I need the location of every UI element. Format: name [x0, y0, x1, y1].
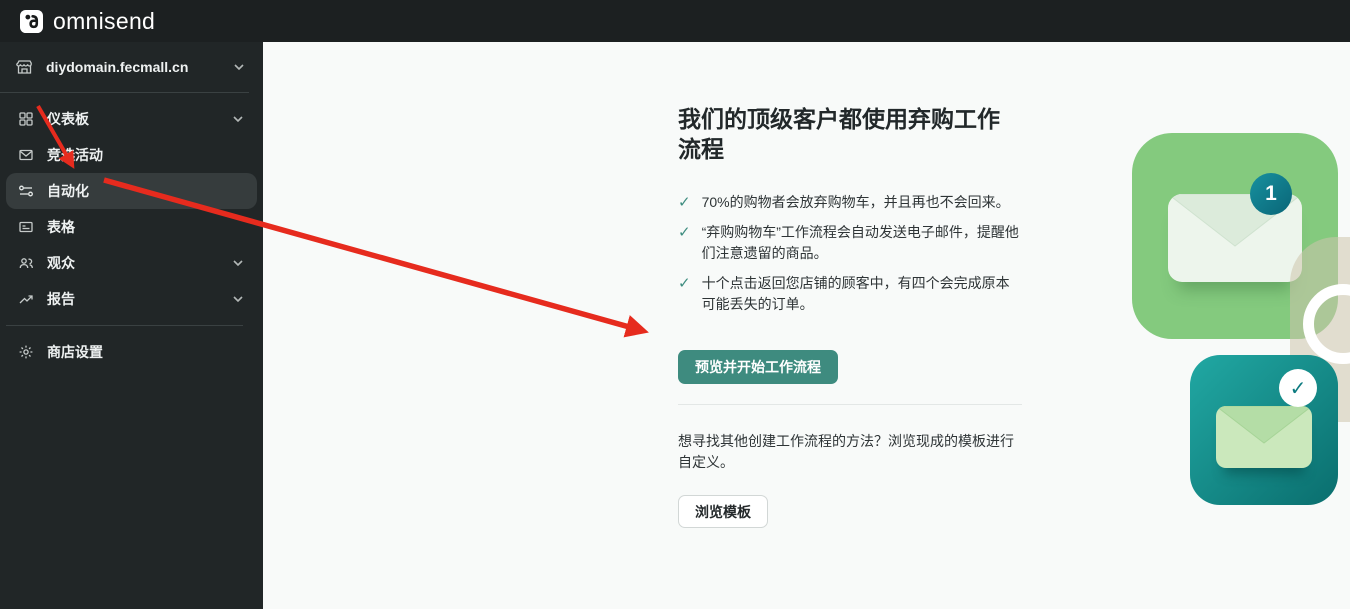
people-icon	[17, 255, 34, 272]
sidebar-divider	[6, 325, 243, 326]
sidebar-item-label: 观众	[47, 255, 75, 271]
page-title: 我们的顶级客户都使用弃购工作流程	[678, 106, 1000, 162]
sidebar-menu: 仪表板 竞选活动 自动化 表格 观众 报告 商店设置	[0, 99, 263, 370]
check-badge: ✓	[1279, 369, 1317, 407]
sidebar-item-dashboard[interactable]: 仪表板	[6, 101, 257, 137]
browse-templates-button[interactable]: 浏览模板	[678, 495, 768, 528]
envelope-icon	[17, 147, 34, 164]
check-icon: ✓	[678, 194, 691, 211]
automation-icon	[17, 183, 34, 200]
envelope-graphic	[1216, 406, 1312, 468]
sidebar-item-label: 竞选活动	[47, 147, 103, 163]
sidebar-item-automation[interactable]: 自动化	[6, 173, 257, 209]
teal-envelope-tile: ✓	[1190, 355, 1338, 505]
sidebar-item-label: 报告	[47, 291, 75, 307]
beige-overlay-shape	[1290, 237, 1350, 422]
ring-shape	[1303, 284, 1350, 364]
logo-text: omnisend	[53, 7, 156, 34]
content-divider	[678, 404, 1022, 405]
chevron-down-icon	[230, 291, 246, 307]
store-selector[interactable]: diydomain.fecmall.cn	[0, 42, 263, 92]
bullet-text: “弃购购物车”工作流程会自动发送电子邮件，提醒他们注意遗留的商品。	[701, 224, 1019, 261]
list-item: ✓ “弃购购物车”工作流程会自动发送电子邮件，提醒他们注意遗留的商品。	[678, 222, 1022, 264]
chevron-down-icon	[230, 111, 246, 127]
helper-text: 想寻找其他创建工作流程的方法？浏览现成的模板进行自定义。	[678, 433, 1014, 470]
sidebar-item-reports[interactable]: 报告	[6, 281, 257, 317]
check-icon: ✓	[678, 224, 691, 241]
sidebar-item-store-settings[interactable]: 商店设置	[6, 334, 257, 370]
bullet-text: 十个点击返回您店铺的顾客中，有四个会完成原本可能丢失的订单。	[701, 275, 1010, 312]
report-icon	[17, 291, 34, 308]
gear-icon	[17, 344, 34, 361]
store-name: diydomain.fecmall.cn	[46, 59, 189, 75]
sidebar-item-label: 自动化	[47, 183, 89, 199]
check-icon: ✓	[678, 275, 691, 292]
sidebar-item-label: 表格	[47, 219, 75, 235]
envelope-graphic	[1168, 194, 1302, 282]
chevron-down-icon	[230, 255, 246, 271]
sidebar-item-audience[interactable]: 观众	[6, 245, 257, 281]
omnisend-logo[interactable]: omnisend	[20, 8, 155, 35]
form-icon	[17, 219, 34, 236]
bullet-text: 70%的购物者会放弃购物车，并且再也不会回来。	[701, 194, 1010, 210]
green-envelope-tile: 1	[1132, 133, 1338, 339]
sidebar-item-campaigns[interactable]: 竞选活动	[6, 137, 257, 173]
sidebar-divider	[0, 92, 249, 93]
notification-badge: 1	[1250, 173, 1292, 215]
top-bar: omnisend	[0, 0, 1350, 42]
chevron-down-icon	[231, 59, 247, 75]
sidebar: diydomain.fecmall.cn 仪表板 竞选活动 自动化 表格 观众 …	[0, 42, 263, 609]
preview-start-workflow-button[interactable]: 预览并开始工作流程	[678, 350, 838, 384]
sidebar-item-label: 商店设置	[47, 344, 103, 360]
main-content: 我们的顶级客户都使用弃购工作流程 ✓ 70%的购物者会放弃购物车，并且再也不会回…	[263, 42, 1350, 609]
storefront-icon	[16, 59, 33, 76]
omnisend-logo-icon	[20, 9, 43, 33]
content-column: 我们的顶级客户都使用弃购工作流程 ✓ 70%的购物者会放弃购物车，并且再也不会回…	[678, 104, 1022, 528]
sidebar-item-forms[interactable]: 表格	[6, 209, 257, 245]
dashboard-icon	[17, 111, 34, 128]
sidebar-item-label: 仪表板	[47, 111, 89, 127]
list-item: ✓ 十个点击返回您店铺的顾客中，有四个会完成原本可能丢失的订单。	[678, 273, 1022, 315]
list-item: ✓ 70%的购物者会放弃购物车，并且再也不会回来。	[678, 192, 1022, 213]
